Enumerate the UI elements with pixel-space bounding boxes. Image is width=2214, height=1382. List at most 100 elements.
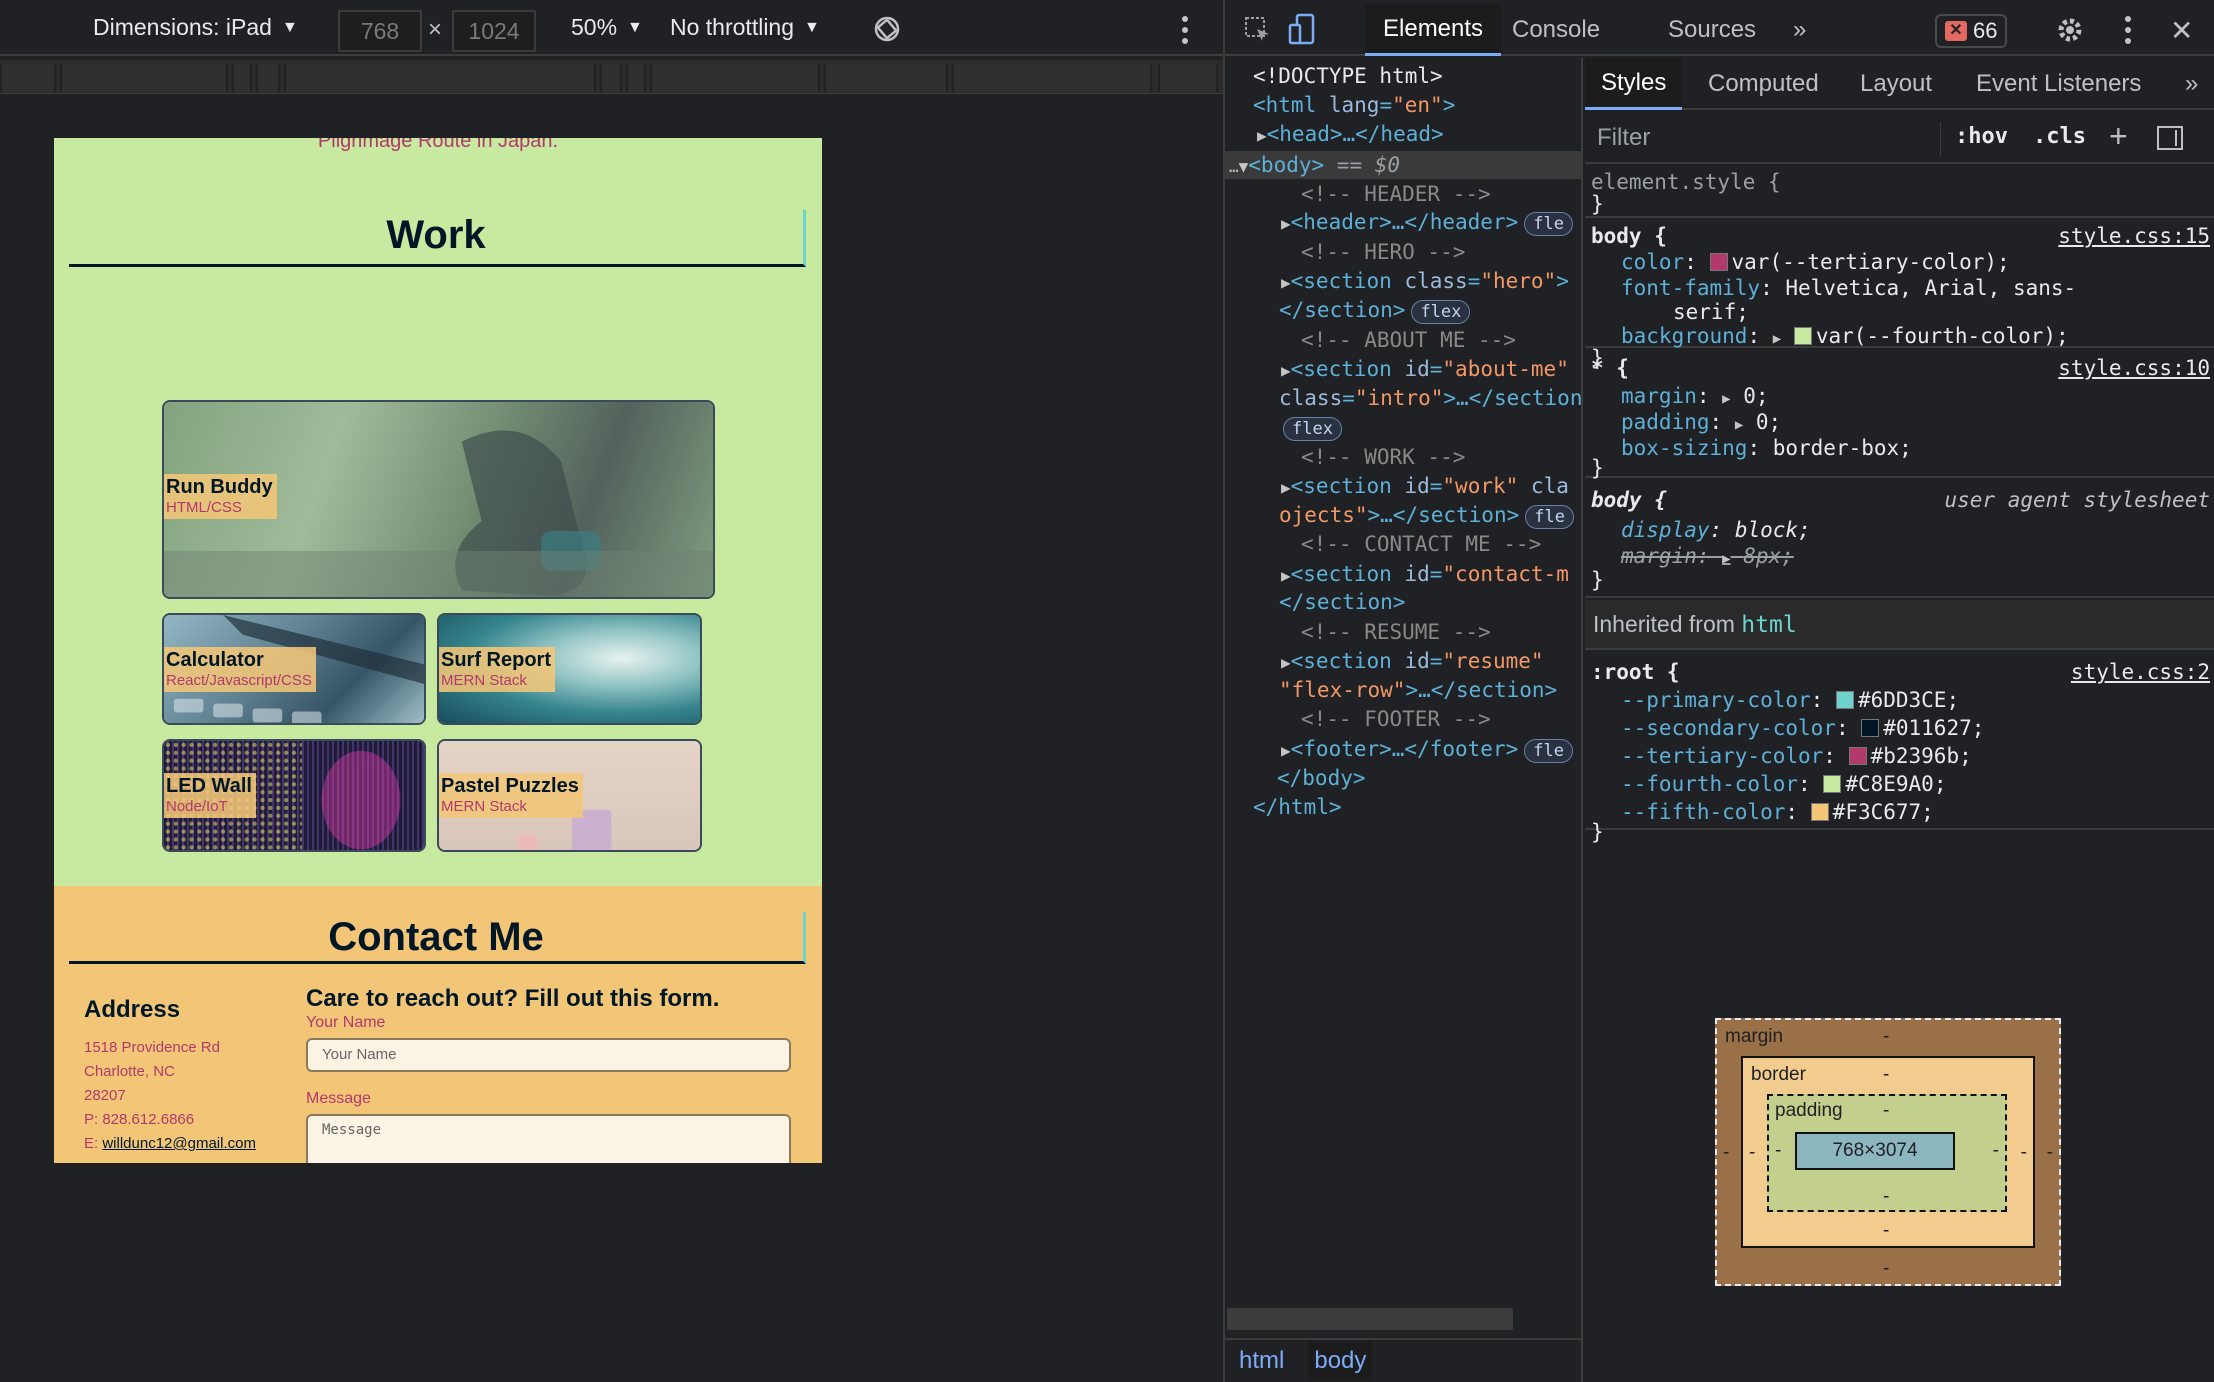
rule-selector[interactable]: body { <box>1591 486 1667 514</box>
css-variable[interactable]: --fourth-color: #C8E9A0; <box>1621 770 1946 798</box>
expand-triangle-icon[interactable]: ▶ <box>1773 331 1781 347</box>
expand-triangle-icon[interactable]: ▶ <box>1281 566 1291 585</box>
breadcrumb-body[interactable]: body <box>1308 1341 1373 1381</box>
project-card-calculator[interactable]: Calculator React/Javascript/CSS <box>162 613 426 725</box>
media-query-segment[interactable] <box>256 64 280 92</box>
color-swatch-icon[interactable] <box>1709 253 1728 271</box>
color-swatch-icon[interactable] <box>1835 691 1854 709</box>
media-query-segment[interactable] <box>284 64 596 92</box>
flex-badge[interactable]: fle <box>1524 739 1573 763</box>
padding-right-value[interactable]: - <box>1993 1140 1999 1162</box>
devtools-more-icon[interactable] <box>2125 16 2131 44</box>
media-query-segment[interactable] <box>824 64 948 92</box>
tab-console[interactable]: Console <box>1512 4 1600 56</box>
source-link[interactable]: style.css:2 <box>2071 658 2210 686</box>
dom-body-close[interactable]: </body> <box>1277 764 1366 792</box>
toggle-sidebar-icon[interactable] <box>2157 126 2183 150</box>
more-tabs-icon[interactable]: » <box>1793 4 1806 56</box>
media-query-segment[interactable] <box>626 64 646 92</box>
dom-body-node[interactable]: …▼<body> == $0 <box>1229 151 1400 181</box>
media-query-segment[interactable] <box>650 64 820 92</box>
subtab-event-listeners[interactable]: Event Listeners <box>1976 58 2141 110</box>
ellipsis-icon[interactable]: … <box>1229 157 1239 176</box>
dom-comment[interactable]: <!-- HEADER --> <box>1301 180 1491 208</box>
margin-bottom-value[interactable]: - <box>1883 1258 1889 1280</box>
dom-resume-cont[interactable]: "flex-row">…</section> <box>1279 676 1557 704</box>
tab-elements[interactable]: Elements <box>1365 4 1502 56</box>
padding-top-value[interactable]: - <box>1883 1100 1889 1122</box>
expand-triangle-icon[interactable]: ▶ <box>1281 653 1291 672</box>
padding-bottom-value[interactable]: - <box>1883 1186 1889 1208</box>
expand-triangle-icon[interactable]: ▶ <box>1281 741 1291 760</box>
media-query-segment[interactable] <box>60 64 228 92</box>
css-variable[interactable]: --tertiary-color: #b2396b; <box>1621 742 1972 770</box>
css-variable[interactable]: --fifth-color: #F3C677; <box>1621 798 1934 826</box>
dom-html-close[interactable]: </html> <box>1253 793 1342 821</box>
box-model-content[interactable]: 768×3074 <box>1795 1132 1955 1170</box>
name-input[interactable]: Your Name <box>306 1038 791 1072</box>
dom-doctype[interactable]: <!DOCTYPE html> <box>1253 62 1443 90</box>
throttling-dropdown[interactable]: No throttling ▼ <box>670 14 820 41</box>
email-link[interactable]: willdunc12@gmail.com <box>102 1135 256 1152</box>
dom-footer-node[interactable]: ▶<footer>…</footer> fle <box>1281 735 1573 765</box>
subtab-layout[interactable]: Layout <box>1860 58 1932 110</box>
style-property[interactable]: background: ▶ var(--fourth-color); <box>1621 322 2069 353</box>
device-toggle-icon[interactable] <box>1287 4 1317 56</box>
message-textarea[interactable]: Message <box>306 1114 791 1163</box>
dom-horizontal-scrollbar[interactable] <box>1227 1308 1513 1330</box>
rule-selector[interactable]: body { <box>1591 222 1667 250</box>
expand-triangle-icon[interactable]: ▶ <box>1281 361 1291 380</box>
color-swatch-icon[interactable] <box>1793 327 1812 345</box>
project-card-pastel-puzzles[interactable]: Pastel Puzzles MERN Stack <box>437 739 702 852</box>
dom-head-node[interactable]: ▶<head>…</head> <box>1257 120 1444 150</box>
css-variable[interactable]: --primary-color: #6DD3CE; <box>1621 686 1959 714</box>
dom-comment[interactable]: <!-- RESUME --> <box>1301 618 1491 646</box>
margin-right-value[interactable]: - <box>2047 1142 2053 1164</box>
dom-hero-node[interactable]: ▶<section class="hero"> <box>1281 267 1569 297</box>
tab-sources[interactable]: Sources <box>1668 4 1756 56</box>
flex-badge[interactable]: fle <box>1524 212 1573 236</box>
expand-triangle-icon[interactable]: ▶ <box>1281 478 1291 497</box>
close-devtools-icon[interactable]: ✕ <box>2170 4 2193 56</box>
dom-comment[interactable]: <!-- HERO --> <box>1301 238 1465 266</box>
rule-selector[interactable]: :root { <box>1591 658 1680 686</box>
dom-comment[interactable]: <!-- CONTACT ME --> <box>1301 530 1541 558</box>
hov-toggle[interactable]: :hov <box>1955 124 2008 149</box>
height-input[interactable]: 1024 <box>452 10 536 52</box>
new-rule-icon[interactable]: + <box>2109 118 2128 155</box>
dom-header-node[interactable]: ▶<header>…</header> fle <box>1281 208 1573 238</box>
dom-html-node[interactable]: <html lang="en"> <box>1253 91 1455 119</box>
inherited-node-link[interactable]: html <box>1741 612 1796 638</box>
dom-comment[interactable]: <!-- WORK --> <box>1301 443 1465 471</box>
cls-toggle[interactable]: .cls <box>2033 124 2086 149</box>
breadcrumb-html[interactable]: html <box>1239 1347 1284 1375</box>
border-left-value[interactable]: - <box>1749 1142 1755 1164</box>
source-link[interactable]: style.css:10 <box>2058 354 2210 382</box>
color-swatch-icon[interactable] <box>1861 719 1880 737</box>
expand-triangle-icon[interactable]: ▶ <box>1281 214 1291 233</box>
dom-resume-node[interactable]: ▶<section id="resume" <box>1281 647 1544 677</box>
source-link[interactable]: style.css:15 <box>2058 222 2210 250</box>
dom-contact-close[interactable]: </section> <box>1279 588 1405 616</box>
border-bottom-value[interactable]: - <box>1883 1220 1889 1242</box>
collapse-triangle-icon[interactable]: ▼ <box>1239 157 1249 176</box>
dimensions-dropdown[interactable]: Dimensions: iPad ▼ <box>93 14 298 41</box>
border-top-value[interactable]: - <box>1883 1064 1889 1086</box>
media-query-segment[interactable] <box>1158 64 1218 92</box>
more-subtabs-icon[interactable]: » <box>2185 58 2198 110</box>
inspect-element-icon[interactable] <box>1243 4 1273 56</box>
width-input[interactable]: 768 <box>338 10 422 52</box>
rotate-icon[interactable] <box>872 14 902 44</box>
color-swatch-icon[interactable] <box>1810 803 1829 821</box>
subtab-styles[interactable]: Styles <box>1585 58 1683 110</box>
dom-work-cont[interactable]: ojects">…</section> fle <box>1279 501 1574 529</box>
zoom-dropdown[interactable]: 50% ▼ <box>571 14 643 41</box>
dom-work-node[interactable]: ▶<section id="work" cla <box>1281 472 1569 502</box>
error-counter[interactable]: ✕ 66 <box>1935 14 2008 48</box>
dom-contact-node[interactable]: ▶<section id="contact-m <box>1281 560 1569 590</box>
margin-top-value[interactable]: - <box>1883 1026 1889 1048</box>
border-right-value[interactable]: - <box>2021 1142 2027 1164</box>
media-query-segment[interactable] <box>232 64 252 92</box>
expand-triangle-icon[interactable]: ▶ <box>1722 391 1730 407</box>
project-card-led-wall[interactable]: LED Wall Node/IoT <box>162 739 426 852</box>
